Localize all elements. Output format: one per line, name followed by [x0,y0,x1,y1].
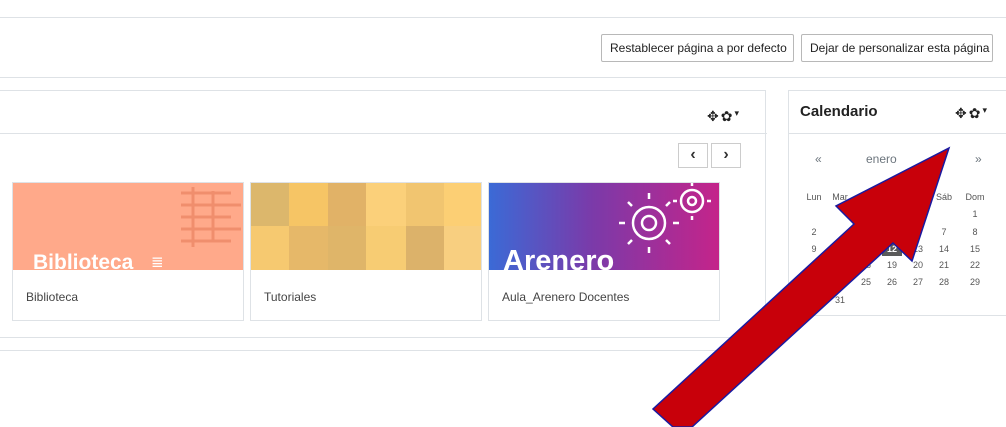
course-name[interactable]: Aula_Arenero Docentes [502,290,629,304]
calendar-day[interactable]: 13 [905,243,931,256]
courses-block-controls: ✥✿▾ [707,108,741,125]
course-card-tutoriales[interactable]: Tutoriales [250,182,482,321]
calendar-day[interactable]: 6 [905,226,931,239]
calendar-day[interactable]: 22 [962,259,988,272]
actions-divider [0,77,1006,78]
calendar-day-today[interactable]: 12 [882,243,902,256]
carousel-prev-button[interactable]: ‹ [678,143,708,168]
calendar-day[interactable]: 25 [853,276,879,289]
calendar-day[interactable]: 27 [905,276,931,289]
chevron-left-icon: ‹ [690,146,696,163]
calendar-day[interactable]: 19 [879,259,905,272]
course-card-arenero[interactable]: Arenero Aula_Arenero Docentes [488,182,720,321]
calendar-weekday: Sáb [935,192,952,202]
gear-icon[interactable]: ✿ [721,108,735,124]
course-image-title: Biblioteca [33,251,134,270]
calendar-day[interactable]: 9 [801,243,827,256]
calendar-weekday: Dom [965,192,985,202]
calendar-day[interactable]: 1 [962,208,988,221]
move-icon[interactable]: ✥ [955,105,969,121]
calendar-weekday: Mar [832,192,848,202]
calendar-day[interactable]: 14 [931,243,957,256]
calendar-header-divider [789,133,1006,134]
bottom-divider [0,350,766,351]
chevron-right-icon: › [723,146,729,163]
calendar-day[interactable]: 7 [931,226,957,239]
calendar-next-month[interactable]: » [975,152,982,166]
stop-customizing-button[interactable]: Dejar de personalizar esta página [801,34,993,62]
calendar-day[interactable]: 28 [931,276,957,289]
reset-page-button[interactable]: Restablecer página a por defecto [601,34,794,62]
books-icon: ≣ [151,254,164,270]
calendar-day[interactable]: 26 [879,276,905,289]
chevron-down-icon[interactable]: ▾ [982,105,989,115]
top-divider [0,17,1006,18]
calendar-month-label: enero [866,152,897,166]
course-card-biblioteca[interactable]: Biblioteca ≣ Biblioteca [12,182,244,321]
course-image-tutoriales[interactable] [251,183,481,270]
calendar-controls: ✥✿▾ [955,105,989,122]
calendar-day[interactable]: 5 [879,226,905,239]
calendar-day[interactable]: 20 [905,259,931,272]
gear-icon[interactable]: ✿ [969,105,983,121]
calendar-prev-month[interactable]: « [815,152,822,166]
calendar-day[interactable]: 29 [962,276,988,289]
calendar-day[interactable]: 18 [853,259,879,272]
move-icon[interactable]: ✥ [707,108,721,124]
calendar-weekday: Lun [806,192,822,202]
calendar-day[interactable]: 21 [931,259,957,272]
calendar-title: Calendario [800,103,878,120]
courses-block-header-divider [0,133,767,134]
course-name[interactable]: Tutoriales [264,290,316,304]
course-name[interactable]: Biblioteca [26,290,78,304]
course-image-biblioteca[interactable]: Biblioteca ≣ [13,183,243,270]
course-image-title: Arenero [503,245,615,270]
calendar-day[interactable]: 8 [962,226,988,239]
calendar-day[interactable]: 2 [801,226,827,239]
carousel-next-button[interactable]: › [711,143,741,168]
chevron-down-icon[interactable]: ▾ [734,108,741,118]
calendar-day[interactable]: 15 [962,243,988,256]
calendar-day[interactable]: 31 [827,294,853,307]
course-image-arenero[interactable]: Arenero [489,183,719,270]
